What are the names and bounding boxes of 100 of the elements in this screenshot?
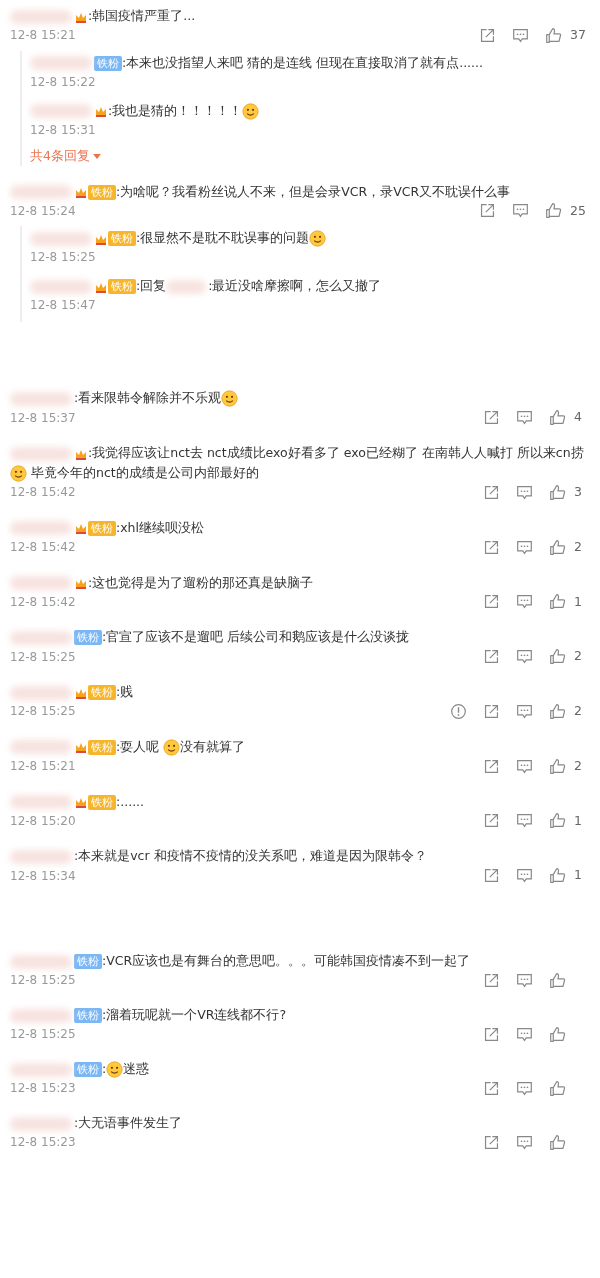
comment-text: :贱 bbox=[116, 684, 134, 699]
share-icon[interactable] bbox=[483, 1025, 500, 1043]
comment-text: :xhl继续呗没松 bbox=[116, 519, 204, 535]
blurred-username bbox=[10, 185, 72, 199]
fan-badge: 铁粉 bbox=[88, 794, 116, 810]
emoji-icon bbox=[10, 465, 27, 482]
comment-text: :溜着玩呢就一个VR连线都不行? bbox=[102, 1007, 287, 1022]
fan-badge: 铁粉 bbox=[94, 55, 122, 71]
comment-icon[interactable] bbox=[516, 867, 533, 885]
share-icon[interactable] bbox=[483, 409, 500, 427]
blurred-username bbox=[10, 954, 72, 969]
share-icon[interactable] bbox=[483, 593, 500, 611]
comment-icon[interactable] bbox=[516, 1133, 533, 1151]
blurred-username bbox=[10, 1116, 72, 1131]
blurred-username bbox=[10, 391, 72, 406]
fan-badge: 铁粉 bbox=[88, 685, 116, 700]
fan-badge: 铁粉 bbox=[74, 630, 102, 646]
blurred-username bbox=[30, 104, 92, 119]
share-icon[interactable] bbox=[483, 812, 500, 830]
comment-icon[interactable] bbox=[516, 971, 533, 989]
comment-icon[interactable] bbox=[516, 409, 533, 427]
timestamp: 12-8 15:47 bbox=[30, 297, 96, 315]
comment-text: :回复 bbox=[136, 278, 167, 294]
timestamp: 12-8 15:42 bbox=[10, 484, 76, 502]
comment-text: :韩国疫情严重了... bbox=[88, 8, 196, 23]
comment-text: 毕竟今年的nct的成绩是公司内部最好的 bbox=[29, 465, 259, 480]
comment-icon[interactable] bbox=[516, 1025, 533, 1043]
share-icon[interactable] bbox=[483, 702, 500, 720]
comment-text: :官宣了应该不是遛吧 后续公司和鹅应该是什么没谈拢 bbox=[102, 629, 410, 645]
share-icon[interactable] bbox=[483, 648, 500, 666]
comment-text: :大无语事件发生了 bbox=[74, 1115, 183, 1130]
like-count: 25 bbox=[570, 201, 586, 220]
like-icon[interactable] bbox=[549, 757, 566, 775]
share-icon[interactable] bbox=[479, 202, 497, 220]
share-icon[interactable] bbox=[483, 538, 500, 556]
like-icon[interactable] bbox=[549, 483, 566, 501]
comment-icon[interactable] bbox=[512, 26, 530, 44]
share-icon[interactable] bbox=[483, 867, 500, 885]
like-icon[interactable] bbox=[549, 867, 566, 885]
blurred-username bbox=[10, 795, 72, 809]
comment-text: :看来限韩令解除并不乐观 bbox=[74, 390, 222, 406]
share-icon[interactable] bbox=[483, 971, 500, 989]
like-icon[interactable] bbox=[549, 1079, 566, 1097]
like-icon[interactable] bbox=[549, 409, 566, 427]
like-icon[interactable] bbox=[549, 1025, 566, 1043]
like-icon[interactable] bbox=[549, 538, 566, 556]
blurred-username bbox=[30, 56, 92, 71]
more-replies-link[interactable]: 共4条回复 bbox=[30, 147, 101, 163]
blurred-username bbox=[10, 630, 72, 645]
comment-icon[interactable] bbox=[516, 1079, 533, 1097]
comment-icon[interactable] bbox=[516, 648, 533, 666]
like-icon[interactable] bbox=[549, 1133, 566, 1151]
like-icon[interactable] bbox=[549, 593, 566, 611]
timestamp: 12-8 15:21 bbox=[10, 758, 76, 776]
timestamp: 12-8 15:25 bbox=[10, 703, 76, 721]
like-icon[interactable] bbox=[549, 648, 566, 666]
emoji-icon bbox=[221, 390, 239, 408]
fan-badge: 铁粉 bbox=[74, 954, 102, 969]
comment-text: : bbox=[102, 1061, 107, 1076]
comment-icon[interactable] bbox=[516, 538, 533, 556]
comment-text: :本来就是vcr 和疫情不疫情的没关系吧，难道是因为限韩令？ bbox=[74, 848, 427, 864]
like-icon[interactable] bbox=[545, 202, 563, 220]
comment-text: :为啥呢？我看粉丝说人不来，但是会录VCR，录VCR又不耽误什么事 bbox=[116, 183, 511, 199]
like-count: 1 bbox=[574, 592, 583, 611]
share-icon[interactable] bbox=[479, 26, 497, 44]
share-icon[interactable] bbox=[483, 757, 500, 775]
comment-icon[interactable] bbox=[516, 702, 533, 720]
share-icon[interactable] bbox=[483, 1133, 500, 1151]
comment-icon[interactable] bbox=[512, 202, 530, 220]
timestamp: 12-8 15:25 bbox=[10, 648, 76, 666]
blurred-username bbox=[10, 740, 72, 755]
blurred-username bbox=[10, 1008, 72, 1023]
emoji-icon bbox=[309, 230, 327, 248]
like-icon[interactable] bbox=[549, 971, 566, 989]
comment-icon[interactable] bbox=[516, 812, 533, 830]
comment-icon[interactable] bbox=[516, 483, 533, 501]
like-count: 4 bbox=[574, 408, 583, 427]
like-count: 37 bbox=[570, 26, 586, 44]
timestamp: 12-8 15:31 bbox=[30, 121, 96, 139]
like-count: 2 bbox=[574, 756, 583, 775]
caret-icon bbox=[92, 153, 101, 159]
comment-text: :VCR应该也是有舞台的意思吧。。。可能韩国疫情凑不到一起了 bbox=[102, 953, 471, 968]
like-count: 2 bbox=[574, 702, 583, 720]
blurred-username bbox=[10, 849, 72, 864]
timestamp: 12-8 15:25 bbox=[30, 249, 96, 267]
comment-text: :...... bbox=[116, 793, 145, 809]
share-icon[interactable] bbox=[483, 483, 500, 501]
fan-badge: 铁粉 bbox=[88, 739, 116, 755]
emoji-icon bbox=[106, 1061, 124, 1078]
fan-badge: 铁粉 bbox=[88, 520, 116, 536]
like-icon[interactable] bbox=[545, 26, 563, 44]
like-icon[interactable] bbox=[549, 812, 566, 830]
like-count: 1 bbox=[574, 811, 583, 830]
comment-text: :耍人呢 bbox=[116, 738, 161, 754]
like-icon[interactable] bbox=[549, 702, 566, 720]
share-icon[interactable] bbox=[483, 1079, 500, 1097]
comment-icon[interactable] bbox=[516, 757, 533, 775]
like-count: 2 bbox=[574, 537, 583, 556]
report-icon[interactable] bbox=[450, 702, 467, 720]
comment-icon[interactable] bbox=[516, 593, 533, 611]
